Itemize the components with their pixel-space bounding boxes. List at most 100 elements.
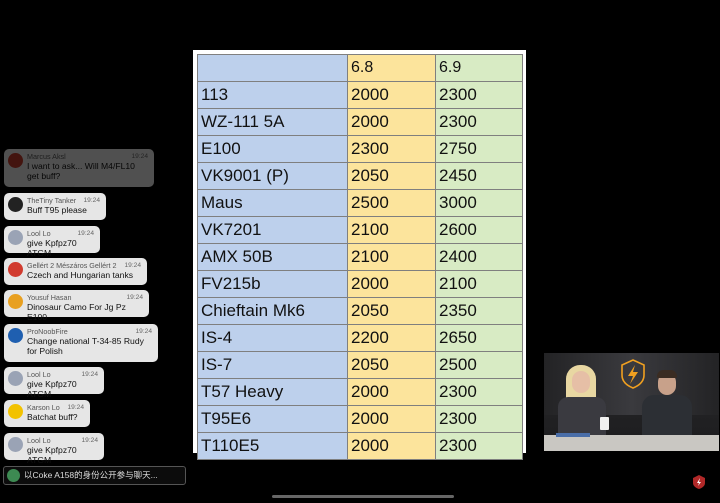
- user-avatar: [8, 262, 23, 277]
- tank-name-cell: T95E6: [197, 405, 348, 433]
- chat-timestamp: 19:24: [135, 328, 152, 335]
- table-header-row: 6.8 6.9: [197, 54, 523, 82]
- header-cell: [197, 54, 348, 82]
- table-row: VK7201 2100 2600: [197, 216, 523, 244]
- table-row: T110E5 2000 2300: [197, 432, 523, 460]
- hp-6-8-cell: 2200: [347, 324, 436, 352]
- table-row: T95E6 2000 2300: [197, 405, 523, 433]
- chat-text: Czech and Hungarian tanks: [27, 270, 134, 280]
- lightning-shield-icon: [621, 359, 645, 389]
- hp-6-8-cell: 2500: [347, 189, 436, 217]
- hp-6-8-cell: 2000: [347, 81, 436, 109]
- laptop: [556, 433, 590, 437]
- chat-timestamp: 19:24: [81, 437, 98, 444]
- user-avatar: [8, 404, 23, 419]
- host-male: [642, 395, 692, 437]
- hp-6-8-cell: 2100: [347, 216, 436, 244]
- chat-timestamp: 19:24: [77, 230, 94, 237]
- hp-6-9-cell: 2300: [435, 405, 523, 433]
- hp-6-8-cell: 2000: [347, 378, 436, 406]
- host-female-face: [572, 371, 590, 393]
- tank-name-cell: Maus: [197, 189, 348, 217]
- chat-message[interactable]: TheTiny Tanker 19:24 Buff T95 please: [4, 193, 106, 220]
- chat-message[interactable]: Yousuf Hasan 19:24 Dinosaur Camo For Jg Pz…: [4, 290, 149, 322]
- chat-message[interactable]: Gellért 2 Mészáros Gellért 2 19:24 Czech a…: [4, 258, 147, 285]
- user-avatar: [8, 328, 23, 343]
- table-row: IS-7 2050 2500: [197, 351, 523, 379]
- tank-name-cell: IS-7: [197, 351, 348, 379]
- chat-input[interactable]: 以Coke A158的身份公开参与聊天...: [3, 466, 186, 485]
- hp-6-8-cell: 2050: [347, 162, 436, 190]
- hp-6-9-cell: 2300: [435, 432, 523, 460]
- user-avatar: [8, 437, 23, 452]
- table-row: WZ-111 5A 2000 2300: [197, 108, 523, 136]
- hp-6-8-cell: 2000: [347, 405, 436, 433]
- user-avatar: [8, 230, 23, 245]
- hp-6-9-cell: 2350: [435, 297, 523, 325]
- chat-text: Change national T-34-85 Rudy for Polish: [27, 336, 144, 356]
- user-avatar: [8, 294, 23, 309]
- channel-logo-icon: [693, 475, 705, 489]
- tank-name-cell: VK7201: [197, 216, 348, 244]
- hp-6-8-cell: 2050: [347, 297, 436, 325]
- user-avatar: [8, 153, 23, 168]
- hp-6-8-cell: 2000: [347, 108, 436, 136]
- chat-input-placeholder: 以Coke A158的身份公开参与聊天...: [24, 470, 158, 480]
- table-row: T57 Heavy 2000 2300: [197, 378, 523, 406]
- chat-message[interactable]: Marcus Aksl 19:24 I want to ask... Will M4…: [4, 149, 154, 187]
- hp-6-9-cell: 2450: [435, 162, 523, 190]
- user-avatar: [8, 197, 23, 212]
- tank-name-cell: VK9001 (P): [197, 162, 348, 190]
- hp-6-9-cell: 2300: [435, 378, 523, 406]
- host-female: [558, 397, 606, 437]
- hp-6-8-cell: 2300: [347, 135, 436, 163]
- chat-timestamp: 19:24: [126, 294, 143, 301]
- chat-message[interactable]: Karson Lo 19:24 Batchat buff?: [4, 400, 90, 427]
- table-row: Maus 2500 3000: [197, 189, 523, 217]
- hp-6-9-cell: 2500: [435, 351, 523, 379]
- tank-name-cell: E100: [197, 135, 348, 163]
- chat-timestamp: 19:24: [67, 404, 84, 411]
- hp-6-8-cell: 2000: [347, 432, 436, 460]
- chat-text: Batchat buff?: [27, 412, 78, 422]
- desk: [544, 435, 719, 451]
- table-row: VK9001 (P) 2050 2450: [197, 162, 523, 190]
- tank-name-cell: WZ-111 5A: [197, 108, 348, 136]
- chat-timestamp: 19:24: [131, 153, 148, 160]
- buff-mug: [600, 417, 609, 430]
- hp-6-9-cell: 3000: [435, 189, 523, 217]
- tank-name-cell: T110E5: [197, 432, 348, 460]
- hp-6-9-cell: 2750: [435, 135, 523, 163]
- chat-message[interactable]: Lool Lo 19:24 give Kpfpz70 ATGM: [4, 367, 104, 399]
- table-row: 113 2000 2300: [197, 81, 523, 109]
- tank-hp-table-slide: 6.8 6.9 113 2000 2300 WZ-111 5A 2000 2300 E100 23…: [193, 50, 526, 460]
- stream-view: 6.8 6.9 113 2000 2300 WZ-111 5A 2000 2300 E100 23…: [0, 0, 720, 503]
- hp-6-9-cell: 2300: [435, 81, 523, 109]
- chat-message[interactable]: ProNoobFire 19:24 Change national T-34-85 …: [4, 324, 158, 362]
- hp-6-9-cell: 2400: [435, 243, 523, 271]
- header-cell: 6.9: [435, 54, 523, 82]
- user-avatar: [8, 371, 23, 386]
- hp-6-9-cell: 2100: [435, 270, 523, 298]
- table-row: AMX 50B 2100 2400: [197, 243, 523, 271]
- hp-6-9-cell: 2600: [435, 216, 523, 244]
- video-progress-bar[interactable]: [272, 495, 454, 498]
- table-row: IS-4 2200 2650: [197, 324, 523, 352]
- hp-6-8-cell: 2050: [347, 351, 436, 379]
- header-cell: 6.8: [347, 54, 436, 82]
- host-male-hair: [657, 370, 677, 378]
- chat-timestamp: 19:24: [83, 197, 100, 204]
- tank-name-cell: Chieftain Mk6: [197, 297, 348, 325]
- tank-hp-table: 6.8 6.9 113 2000 2300 WZ-111 5A 2000 2300 E100 23…: [197, 54, 523, 460]
- chat-text: give Kpfpz70 ATGM: [27, 238, 77, 258]
- table-row: FV215b 2000 2100: [197, 270, 523, 298]
- chat-message[interactable]: Lool Lo 19:24 give Kpfpz70 ATGM: [4, 433, 104, 465]
- hp-6-9-cell: 2300: [435, 108, 523, 136]
- tank-name-cell: T57 Heavy: [197, 378, 348, 406]
- tank-name-cell: FV215b: [197, 270, 348, 298]
- chat-timestamp: 19:24: [81, 371, 98, 378]
- webcam-overlay: [544, 353, 719, 451]
- chat-text: I want to ask... Will M4/FL10 get buff?: [27, 161, 135, 181]
- chat-message[interactable]: Lool Lo 19:24 give Kpfpz70 ATGM: [4, 226, 100, 258]
- chat-text: Dinosaur Camo For Jg Pz E100: [27, 302, 126, 322]
